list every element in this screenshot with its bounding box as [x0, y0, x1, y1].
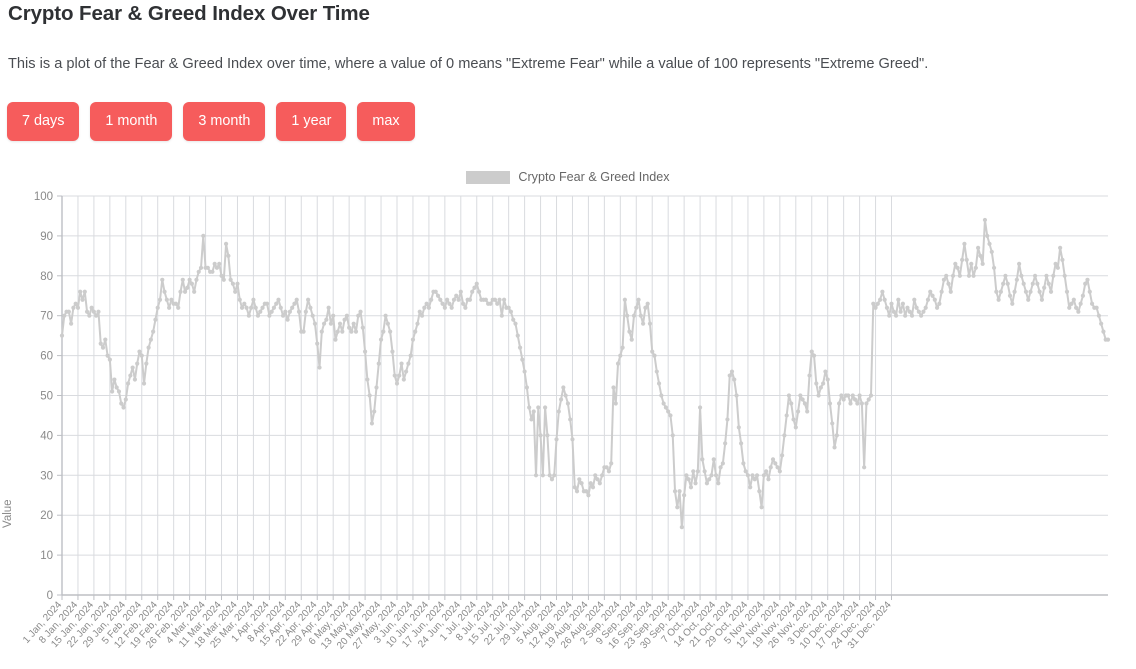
page-title: Crypto Fear & Greed Index Over Time: [8, 2, 370, 25]
svg-text:50: 50: [40, 391, 53, 403]
range-button-group: 7 days 1 month 3 month 1 year max: [7, 102, 415, 141]
svg-text:70: 70: [40, 311, 53, 323]
svg-text:40: 40: [40, 430, 53, 442]
range-button-7-days[interactable]: 7 days: [7, 102, 80, 141]
svg-text:0: 0: [47, 590, 53, 602]
page-root: Crypto Fear & Greed Index Over Time This…: [0, 0, 1136, 669]
range-button-max[interactable]: max: [357, 102, 415, 141]
range-button-1-month[interactable]: 1 month: [90, 102, 173, 141]
line-chart-plot[interactable]: 01020304050607080901001 Jan, 20248 Jan, …: [0, 160, 1136, 669]
chart-container: Crypto Fear & Greed Index Value 0 10 20 30 4…: [0, 160, 1136, 669]
range-button-3-month[interactable]: 3 month: [183, 102, 266, 141]
svg-text:80: 80: [40, 271, 53, 283]
page-description: This is a plot of the Fear & Greed Index…: [8, 56, 929, 72]
svg-text:10: 10: [40, 550, 53, 562]
range-button-1-year[interactable]: 1 year: [276, 102, 347, 141]
svg-text:90: 90: [40, 231, 53, 243]
svg-text:100: 100: [34, 191, 53, 203]
svg-text:30: 30: [40, 470, 53, 482]
svg-text:60: 60: [40, 351, 53, 363]
svg-text:20: 20: [40, 510, 53, 522]
